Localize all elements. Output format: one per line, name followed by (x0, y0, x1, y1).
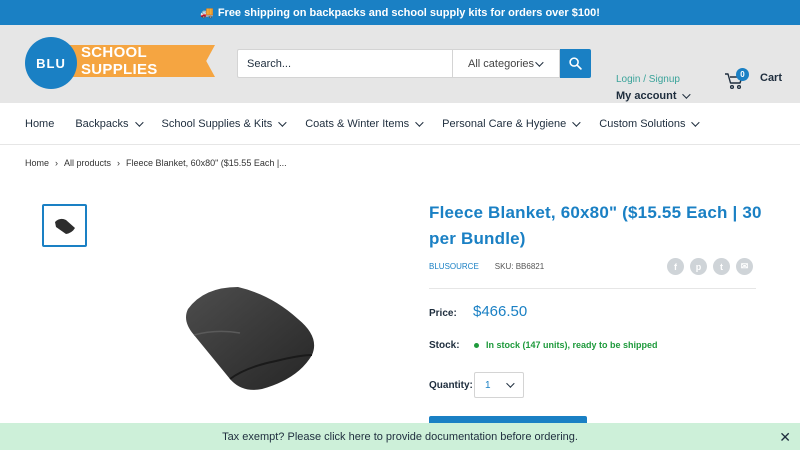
nav-item-custom-solutions[interactable]: Custom Solutions (599, 117, 701, 130)
my-account-label: My account (616, 90, 677, 102)
logo-banner: SCHOOL SUPPLIES (69, 45, 215, 77)
product-meta: BLUSOURCE SKU: BB6821 (429, 262, 544, 271)
chevron-right-icon: › (55, 158, 59, 168)
nav-item-school-supplies-kits[interactable]: School Supplies & Kits (161, 117, 287, 130)
stock-label: Stock: (429, 340, 460, 351)
quantity-label: Quantity: (429, 380, 473, 391)
nav-item-label: School Supplies & Kits (161, 117, 273, 130)
search-input[interactable]: Search... (237, 49, 452, 78)
price-label: Price: (429, 308, 457, 319)
chevron-right-icon: › (117, 158, 121, 168)
chevron-down-icon (681, 90, 691, 99)
chevron-down-icon (506, 379, 515, 388)
vendor-link[interactable]: BLUSOURCE (429, 262, 479, 271)
facebook-share-icon[interactable]: f (667, 258, 684, 275)
category-select-value: All categories (468, 57, 535, 70)
divider (429, 288, 756, 289)
product-title: Fleece Blanket, 60x80" ($15.55 Each | 30… (429, 203, 762, 248)
category-select[interactable]: All categories (452, 49, 560, 78)
nav-item-label: Coats & Winter Items (305, 117, 410, 130)
product-thumbnail[interactable] (42, 204, 87, 247)
cart-link[interactable]: 0 Cart (724, 68, 782, 90)
chevron-down-icon (415, 117, 424, 127)
breadcrumb-current: Fleece Blanket, 60x80" ($15.55 Each |... (126, 158, 287, 168)
my-account-dropdown[interactable]: My account (616, 90, 691, 102)
sku-text: SKU: BB6821 (494, 262, 545, 271)
blanket-thumbnail-image (54, 218, 75, 234)
chevron-down-icon (572, 117, 581, 127)
nav-item-label: Home (25, 117, 55, 130)
share-buttons: f p t ✉ (667, 258, 753, 275)
blanket-image (186, 287, 315, 390)
site-logo[interactable]: BLU SCHOOL SUPPLIES (25, 37, 215, 89)
nav-item-home[interactable]: Home (25, 118, 54, 130)
close-icon[interactable]: ✕ (779, 429, 791, 446)
cart-count-badge: 0 (736, 68, 749, 81)
product-main-image[interactable] (180, 283, 320, 400)
stock-text: In stock (147 units), ready to be shippe… (486, 340, 658, 350)
truck-icon: 🚚 (200, 7, 214, 19)
price-value: $466.50 (473, 303, 528, 320)
chevron-down-icon (535, 57, 544, 67)
chevron-down-icon (691, 117, 701, 127)
breadcrumb: Home › All products › Fleece Blanket, 60… (25, 158, 287, 168)
nav-item-label: Backpacks (75, 117, 129, 130)
announcement-bar: 🚚 Free shipping on backpacks and school … (0, 0, 800, 25)
stock-status: In stock (147 units), ready to be shippe… (474, 340, 658, 350)
nav-item-personal-care-hygiene[interactable]: Personal Care & Hygiene (442, 117, 581, 130)
chevron-down-icon (278, 117, 287, 127)
twitter-share-icon[interactable]: t (713, 258, 730, 275)
nav-item-coats-winter-items[interactable]: Coats & Winter Items (305, 117, 424, 130)
in-stock-dot-icon (474, 342, 479, 348)
breadcrumb-all-products[interactable]: All products (64, 158, 111, 168)
pinterest-share-icon[interactable]: p (690, 258, 707, 275)
quantity-value: 1 (485, 379, 491, 391)
search-bar: Search... All categories (237, 49, 591, 78)
logo-circle: BLU (25, 37, 77, 89)
search-button[interactable] (560, 49, 591, 78)
breadcrumb-home[interactable]: Home (25, 158, 49, 168)
tax-exempt-notice[interactable]: Tax exempt? Please click here to provide… (0, 423, 800, 450)
chevron-down-icon (134, 117, 144, 127)
quantity-select[interactable]: 1 (474, 372, 524, 398)
nav-item-label: Personal Care & Hygiene (442, 117, 567, 130)
nav-item-label: Custom Solutions (599, 117, 686, 130)
login-signup-link[interactable]: Login / Signup (616, 74, 680, 85)
main-nav: Home Backpacks School Supplies & Kits Coats… (0, 103, 800, 145)
email-share-icon[interactable]: ✉ (736, 258, 753, 275)
nav-item-backpacks[interactable]: Backpacks (75, 117, 144, 130)
cart-label: Cart (760, 72, 783, 84)
tax-exempt-text[interactable]: Tax exempt? Please click here to provide… (222, 431, 578, 443)
search-icon (569, 57, 582, 70)
site-header: BLU SCHOOL SUPPLIES Search... All catego… (0, 25, 800, 103)
announcement-text: Free shipping on backpacks and school su… (217, 6, 600, 19)
